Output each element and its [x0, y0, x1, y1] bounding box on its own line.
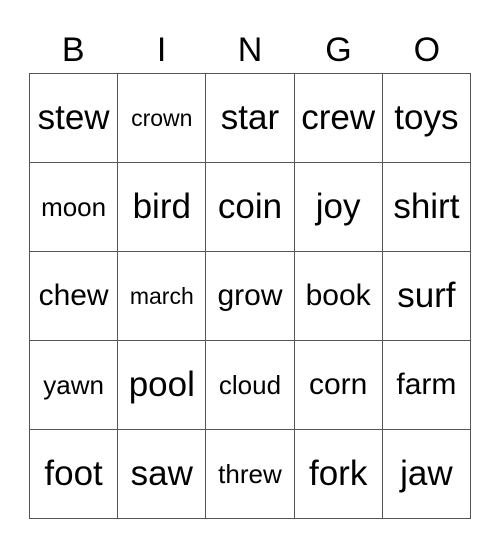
- bingo-cell[interactable]: joy: [293, 162, 383, 252]
- bingo-cell[interactable]: yawn: [28, 340, 119, 430]
- bingo-cell[interactable]: surf: [381, 251, 472, 341]
- bingo-cell[interactable]: march: [117, 251, 207, 341]
- bingo-row: moon bird coin joy shirt: [28, 162, 472, 252]
- bingo-cell[interactable]: grow: [205, 251, 295, 341]
- bingo-cell[interactable]: corn: [293, 340, 383, 430]
- bingo-cell[interactable]: chew: [28, 251, 119, 341]
- bingo-row: stew crown star crew toys: [28, 73, 472, 163]
- header-letter-b: B: [61, 31, 85, 69]
- bingo-cell[interactable]: toys: [381, 73, 472, 163]
- bingo-cell[interactable]: crown: [117, 73, 207, 163]
- header-letter-i: I: [156, 31, 167, 69]
- bingo-cell[interactable]: star: [205, 73, 295, 163]
- header-letter-g: G: [325, 31, 352, 69]
- bingo-cell[interactable]: stew: [28, 73, 119, 163]
- bingo-cell[interactable]: fork: [293, 429, 383, 519]
- bingo-row: yawn pool cloud corn farm: [28, 340, 472, 430]
- bingo-cell[interactable]: threw: [205, 429, 295, 519]
- bingo-cell[interactable]: coin: [205, 162, 295, 252]
- bingo-row: foot saw threw fork jaw: [28, 429, 472, 519]
- bingo-cell[interactable]: book: [293, 251, 383, 341]
- bingo-row: chew march grow book surf: [28, 251, 472, 341]
- bingo-cell[interactable]: pool: [117, 340, 207, 430]
- bingo-cell[interactable]: shirt: [381, 162, 472, 252]
- bingo-header: B I N G O: [29, 28, 471, 72]
- bingo-cell[interactable]: crew: [293, 73, 383, 163]
- bingo-cell[interactable]: farm: [381, 340, 472, 430]
- bingo-cell[interactable]: foot: [28, 429, 119, 519]
- bingo-cell[interactable]: saw: [117, 429, 207, 519]
- header-letter-n: N: [237, 31, 263, 69]
- bingo-cell[interactable]: jaw: [381, 429, 472, 519]
- header-letter-o: O: [413, 31, 441, 69]
- bingo-card: stew crown star crew toys moon bird coin…: [28, 73, 472, 519]
- bingo-cell[interactable]: bird: [117, 162, 207, 252]
- bingo-cell[interactable]: cloud: [205, 340, 295, 430]
- bingo-cell[interactable]: moon: [28, 162, 119, 252]
